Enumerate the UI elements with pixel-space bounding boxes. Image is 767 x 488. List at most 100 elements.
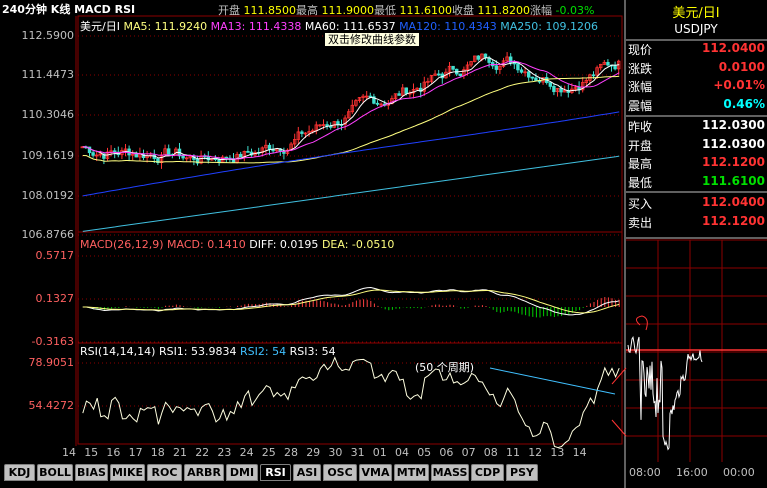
- ma120-line: [82, 111, 620, 197]
- tab-rsi[interactable]: RSI: [260, 464, 291, 481]
- macd-name: MACD(26,12,9): [80, 238, 164, 251]
- tab-arbr[interactable]: ARBR: [184, 464, 224, 481]
- x-tick-label: 28: [284, 446, 298, 459]
- ma250-line: [82, 155, 620, 232]
- quote-row: 涨跌 0.0100: [628, 60, 765, 77]
- rsi3-value: RSI3: 54: [289, 345, 336, 358]
- rsi-axis-label: 54.4272: [28, 399, 75, 412]
- legend-ma13: MA13: 111.4338: [210, 20, 302, 33]
- ma60-line: [82, 75, 620, 164]
- x-tick-label: 15: [84, 446, 99, 459]
- quote-row: 最低 111.6100: [628, 174, 765, 191]
- candle: [246, 150, 250, 153]
- quote-row-value: 112.0400: [701, 41, 765, 55]
- rsi-legend: RSI(14,14,14) RSI1: 53.9834 RSI2: 54 RSI…: [80, 345, 336, 358]
- x-tick-label: 23: [217, 446, 232, 459]
- tab-bias[interactable]: BIAS: [75, 464, 108, 481]
- legend-symbol: 美元/日I: [80, 20, 120, 33]
- close-label: 收盘: [452, 4, 474, 17]
- tab-asi[interactable]: ASI: [293, 464, 321, 481]
- candle: [476, 55, 480, 60]
- low-label: 最低: [374, 4, 396, 17]
- tab-mike[interactable]: MIKE: [110, 464, 145, 481]
- candle: [336, 121, 340, 125]
- x-tick-label: 04: [395, 446, 409, 459]
- candle: [494, 65, 498, 70]
- macd-axis-label: 0.5717: [35, 249, 75, 262]
- rsi-period-annotation: (50 个周期): [415, 361, 475, 374]
- quote-row-label: 开盘: [628, 138, 653, 153]
- candle: [552, 85, 556, 93]
- low-value: 111.6100: [399, 4, 453, 17]
- rsi1-value: RSI1: 53.9834: [158, 345, 237, 358]
- macd-dea: DEA: -0.0510: [321, 238, 395, 251]
- candle: [606, 62, 610, 66]
- tab-kdj[interactable]: KDJ: [4, 464, 35, 481]
- tab-vma[interactable]: VMA: [359, 464, 392, 481]
- macd-value: MACD: 0.1410: [167, 238, 246, 251]
- tab-boll[interactable]: BOLL: [37, 464, 73, 481]
- quote-row-value: +0.01%: [713, 78, 765, 92]
- candle: [527, 71, 531, 78]
- quote-row-label: 震幅: [628, 98, 653, 113]
- tab-psy[interactable]: PSY: [506, 464, 538, 481]
- candle: [404, 87, 408, 94]
- x-tick-label: 24: [239, 446, 254, 459]
- candle: [519, 69, 524, 73]
- quote-row-value: 112.0300: [701, 136, 765, 151]
- mini-time-label: 08:00: [629, 466, 661, 479]
- tab-mtm[interactable]: MTM: [394, 464, 429, 481]
- change-label: 涨幅: [530, 4, 552, 17]
- candle: [368, 95, 372, 98]
- main-axis-label: 110.3046: [21, 108, 75, 121]
- x-tick-label: 16: [106, 446, 121, 459]
- candle: [166, 148, 171, 155]
- candle: [436, 73, 441, 76]
- quote-row-value: 112.1200: [701, 155, 765, 169]
- quote-row-label: 现价: [628, 43, 653, 57]
- x-tick-label: 29: [306, 446, 321, 459]
- tab-roc[interactable]: ROC: [147, 464, 182, 481]
- x-tick-label: 07: [461, 446, 476, 459]
- quote-row: 最高 112.1200: [628, 155, 765, 172]
- candle: [591, 74, 596, 77]
- x-tick-label: 31: [350, 446, 365, 459]
- x-tick-label: 06: [439, 446, 454, 459]
- x-tick-label: 12: [528, 446, 543, 459]
- quote-strip: 开盘 111.8500最高 111.9000最低 111.6100收盘 111.…: [218, 2, 594, 18]
- rsi2-value: RSI2: 54: [240, 345, 287, 358]
- quote-row-value: 111.6100: [701, 173, 765, 188]
- candle: [300, 131, 304, 134]
- quote-row-label: 卖出: [628, 215, 653, 230]
- tab-mass[interactable]: MASS: [431, 464, 469, 481]
- tab-cdp[interactable]: CDP: [471, 464, 504, 481]
- quote-row-value: 112.1200: [701, 213, 765, 228]
- mini-time-label: 00:00: [723, 466, 755, 479]
- main-axis-label: 109.1619: [21, 149, 75, 162]
- tab-dmi[interactable]: DMI: [226, 464, 258, 481]
- open-value: 111.8500: [243, 4, 297, 17]
- quote-row: 现价 112.0400: [628, 41, 765, 58]
- high-label: 最高: [296, 4, 318, 17]
- close-value: 111.8200: [477, 4, 531, 17]
- macd-diff: DIFF: 0.0195: [249, 238, 319, 251]
- x-tick-label: 21: [173, 446, 187, 459]
- quote-row-value: 112.0300: [701, 118, 765, 132]
- quote-row-label: 涨幅: [628, 80, 653, 94]
- candle: [397, 93, 401, 96]
- panel-symbol: USDJPY: [674, 22, 718, 36]
- open-label: 开盘: [218, 4, 240, 17]
- quote-row: 卖出 112.1200: [628, 214, 765, 231]
- legend-ma5: MA5: 111.9240: [123, 20, 208, 33]
- macd-diff-line: [82, 286, 620, 316]
- candle: [267, 144, 272, 150]
- x-tick-label: 13: [550, 446, 565, 459]
- tab-osc[interactable]: OSC: [323, 464, 357, 481]
- annotation-arrow: [611, 419, 627, 437]
- macd-axis-label: -0.3163: [31, 335, 74, 348]
- indicator-tabs: KDJ BOLL BIAS MIKE ROC ARBR DMI RSI ASI OSC VMA MTM…: [0, 464, 625, 482]
- quote-row-label: 昨收: [628, 120, 653, 134]
- quote-row-value: 0.46%: [723, 96, 765, 111]
- quote-row-label: 买入: [628, 197, 653, 211]
- quote-row: 涨幅 +0.01%: [628, 78, 765, 95]
